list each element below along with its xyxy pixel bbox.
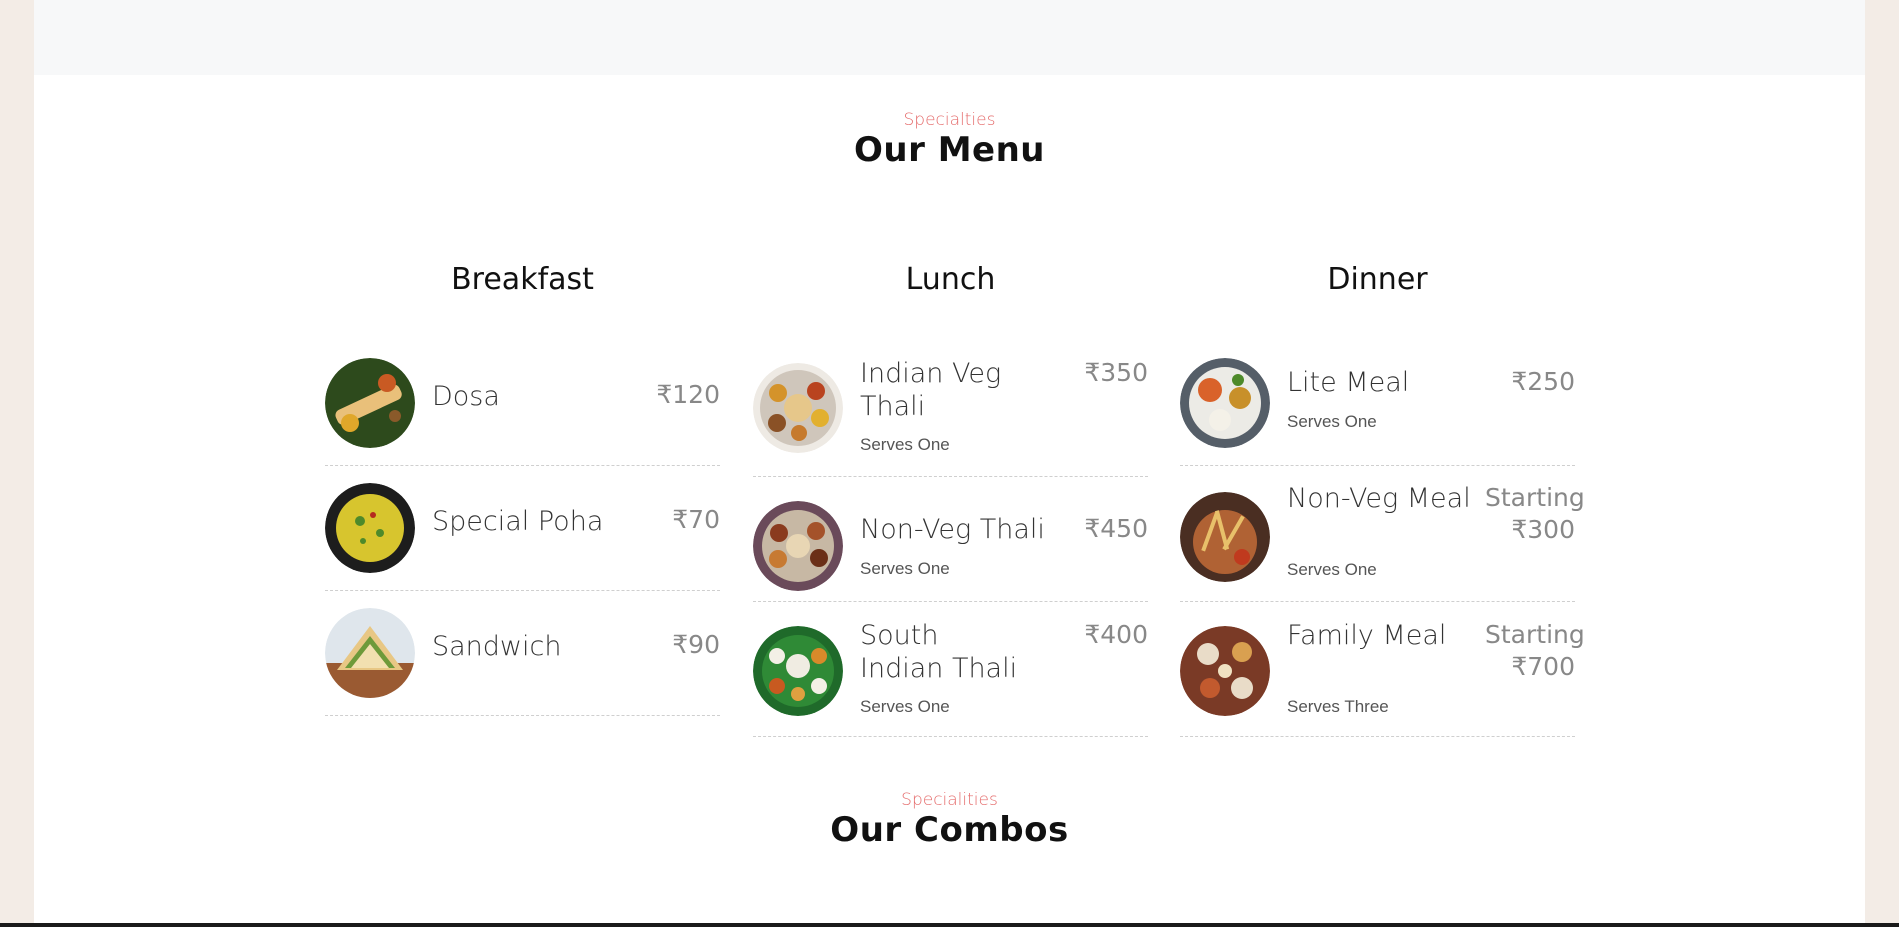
item-price: ₹70 (672, 505, 720, 534)
item-price: ₹120 (656, 380, 720, 409)
item-serves: Serves One (860, 697, 950, 716)
poha-image (325, 483, 415, 573)
item-price: ₹250 (1511, 367, 1575, 396)
breakfast-column: Breakfast Dosa ₹120 Special Poha ₹70 San… (325, 255, 720, 716)
item-name: Lite Meal (1287, 367, 1410, 398)
item-serves: Serves One (1287, 412, 1377, 431)
bottom-border (0, 923, 1899, 927)
page-content: Specialties Our Menu Breakfast Dosa ₹120… (34, 0, 1865, 924)
item-serves: Serves Three (1287, 697, 1389, 716)
menu-item-non-veg-thali[interactable]: Non-Veg Thali ₹450 Serves One (753, 493, 1148, 602)
menu-title: Our Menu (853, 130, 1046, 170)
menu-eyebrow: Specialties (903, 110, 996, 130)
non-veg-thali-image (753, 501, 843, 591)
item-name: South Indian Thali (860, 620, 1018, 684)
lunch-title: Lunch (905, 262, 996, 297)
item-price: ₹450 (1084, 514, 1148, 543)
combos-title: Our Combos (830, 810, 1069, 850)
item-name: Sandwich (432, 631, 562, 662)
item-price: ₹350 (1084, 358, 1148, 387)
item-serves: Serves One (860, 435, 950, 454)
south-indian-thali-image (753, 626, 843, 716)
non-veg-meal-image (1180, 492, 1270, 582)
menu-item-sandwich[interactable]: Sandwich ₹90 (325, 607, 720, 716)
item-name: Family Meal (1287, 620, 1447, 651)
item-price: ₹400 (1084, 620, 1148, 649)
lite-meal-image (1180, 358, 1270, 448)
item-name: Non-Veg Meal (1287, 483, 1471, 514)
top-band (34, 0, 1865, 75)
veg-thali-image (753, 363, 843, 453)
combos-eyebrow: Specialities (901, 790, 998, 810)
item-price: Starting ₹300 (1485, 483, 1585, 544)
item-name: Special Poha (432, 506, 604, 537)
lunch-column: Lunch Indian Veg Thali ₹350 Serves One N… (753, 255, 1148, 737)
menu-item-indian-veg-thali[interactable]: Indian Veg Thali ₹350 Serves One (753, 357, 1148, 477)
menu-item-family-meal[interactable]: Family Meal Starting ₹700 Serves Three (1180, 619, 1585, 737)
menu-item-non-veg-meal[interactable]: Non-Veg Meal Starting ₹300 Serves One (1180, 482, 1585, 602)
menu-item-special-poha[interactable]: Special Poha ₹70 (325, 482, 720, 591)
item-price: ₹90 (672, 630, 720, 659)
item-price: Starting ₹700 (1485, 620, 1585, 681)
sandwich-image (325, 608, 415, 698)
family-meal-image (1180, 626, 1270, 716)
item-name: Dosa (432, 381, 500, 412)
dosa-image (325, 358, 415, 448)
item-name: Non-Veg Thali (860, 514, 1045, 545)
breakfast-title: Breakfast (451, 262, 594, 297)
menu-item-south-indian-thali[interactable]: South Indian Thali ₹400 Serves One (753, 619, 1148, 737)
item-serves: Serves One (1287, 560, 1377, 579)
menu-item-dosa[interactable]: Dosa ₹120 (325, 357, 720, 466)
dinner-title: Dinner (1327, 262, 1428, 297)
item-serves: Serves One (860, 559, 950, 578)
dinner-column: Dinner Lite Meal ₹250 Serves One Non-Veg… (1180, 255, 1585, 737)
item-name: Indian Veg Thali (860, 358, 1002, 422)
menu-item-lite-meal[interactable]: Lite Meal ₹250 Serves One (1180, 357, 1575, 466)
